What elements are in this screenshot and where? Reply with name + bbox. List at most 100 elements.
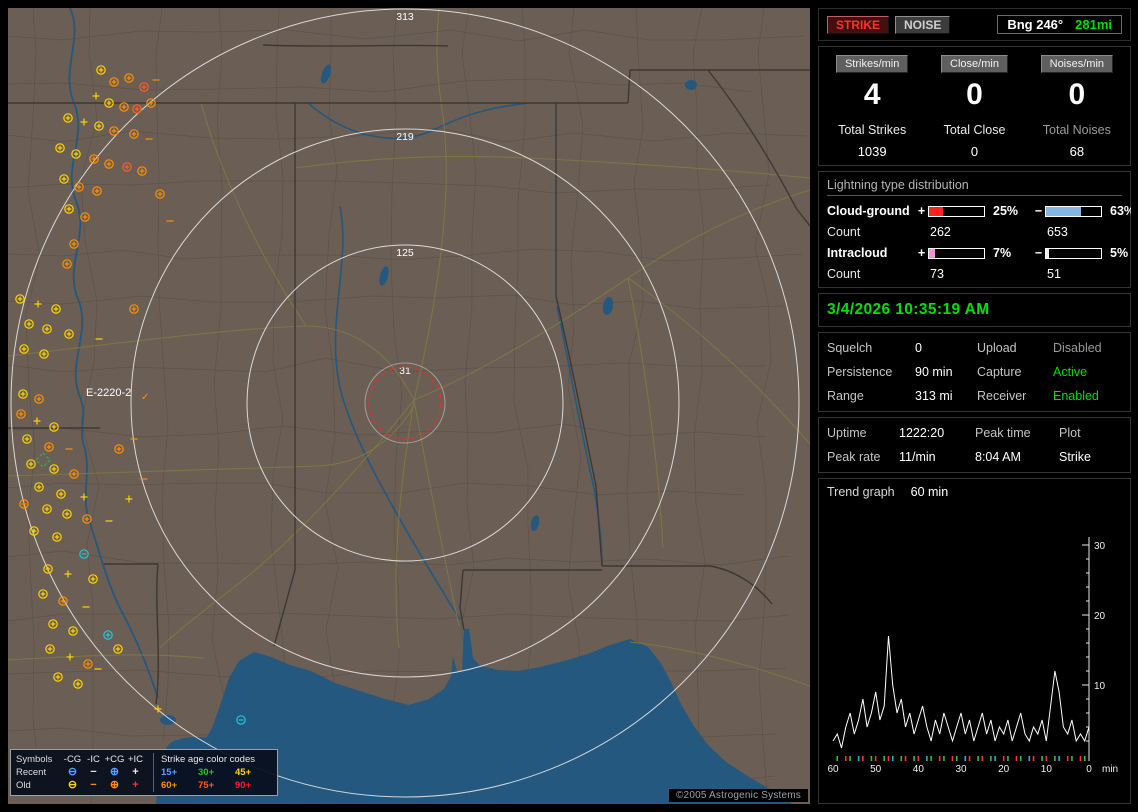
uptime-value: 1222:20 xyxy=(899,426,945,440)
capture-value: Active xyxy=(1053,365,1088,379)
intracloud-label: Intracloud xyxy=(827,246,888,260)
copyright: ©2005 Astrogenic Systems xyxy=(668,789,808,802)
svg-text:30: 30 xyxy=(1094,541,1106,552)
total-noises-label: Total Noises xyxy=(1042,123,1111,137)
old-pcg-icon: ⊕ xyxy=(109,779,120,791)
cloud-ground-label: Cloud-ground xyxy=(827,204,910,218)
legend-row-recent: Recent xyxy=(16,767,47,778)
receiver-value: Enabled xyxy=(1053,389,1099,403)
legend-col-pic: +IC xyxy=(127,754,144,765)
rate-stats: Strikes/min 4 Total Strikes 1039 Close/m… xyxy=(818,46,1131,166)
total-strikes-value: 1039 xyxy=(857,144,887,159)
ring-label: 125 xyxy=(396,247,414,259)
legend-symbols-title: Symbols xyxy=(16,754,53,765)
persistence-label: Persistence xyxy=(827,365,893,379)
legend-col-ncg: -CG xyxy=(63,754,82,765)
bearing-distance: 281mi xyxy=(1075,17,1112,32)
total-strikes-label: Total Strikes xyxy=(838,123,907,137)
noises-per-min-button[interactable]: Noises/min xyxy=(1040,55,1114,73)
trend-graph: 10 20 30 60 50 40 30 20 10 0 min xyxy=(827,503,1122,787)
trend-graph-label: Trend graph xyxy=(827,485,895,499)
ic-plus-count: 73 xyxy=(930,267,944,281)
distribution-title: Lightning type distribution xyxy=(827,178,1122,196)
age-15: 15+ xyxy=(161,767,178,778)
strikes-per-min-value: 4 xyxy=(863,78,881,111)
peak-rate-value: 11/min xyxy=(899,450,936,464)
cg-minus-pct: 63% xyxy=(1110,204,1131,218)
strikes-column: Strikes/min 4 Total Strikes 1039 xyxy=(821,55,923,159)
ic-minus-count: 51 xyxy=(1047,267,1061,281)
peak-rate-label: Peak rate xyxy=(827,450,881,464)
noise-button[interactable]: NOISE xyxy=(895,15,951,34)
upload-label: Upload xyxy=(977,341,1017,355)
recent-pic-icon: + xyxy=(132,766,139,778)
squelch-label: Squelch xyxy=(827,341,873,355)
close-per-min-button[interactable]: Close/min xyxy=(941,55,1008,73)
close-column: Close/min 0 Total Close 0 xyxy=(923,55,1025,159)
ring-label: 219 xyxy=(396,131,414,143)
peak-time-label: Peak time xyxy=(975,426,1031,440)
cg-plus-count: 262 xyxy=(930,225,951,239)
ic-plus-pct: 7% xyxy=(993,246,1012,260)
old-pic-icon: + xyxy=(132,779,139,791)
map-canvas: 31321912531 E-2220-2 ✓ xyxy=(8,8,810,804)
ring-label: 313 xyxy=(396,11,414,23)
legend-col-nic: -IC xyxy=(87,754,100,765)
close-per-min-value: 0 xyxy=(966,78,983,111)
ic-plus-bar xyxy=(928,247,985,259)
noises-column: Noises/min 0 Total Noises 68 xyxy=(1026,55,1128,159)
age-60: 60+ xyxy=(161,780,178,791)
ic-minus-pct: 5% xyxy=(1110,246,1129,260)
svg-text:10: 10 xyxy=(1094,681,1106,692)
range-value: 313 mi xyxy=(915,389,953,403)
cg-minus-bar xyxy=(1045,205,1102,217)
trend-section: Trend graph 60 min 10 20 30 60 50 40 30 20 10 0 mi… xyxy=(818,478,1131,804)
range-label: Range xyxy=(827,389,864,403)
minus-sign: − xyxy=(1034,204,1043,218)
upload-value: Disabled xyxy=(1053,341,1102,355)
legend-row-old: Old xyxy=(16,780,31,791)
plus-sign: + xyxy=(917,246,926,260)
bearing-label: Bng 246° xyxy=(1007,17,1064,32)
svg-text:30: 30 xyxy=(955,764,967,775)
old-nic-icon: − xyxy=(90,779,97,791)
datetime-display: 3/4/2026 10:35:19 AM xyxy=(818,293,1131,327)
svg-text:50: 50 xyxy=(870,764,882,775)
ic-count-label: Count xyxy=(827,267,861,281)
mode-controls: STRIKE NOISE Bng 246° 281mi xyxy=(818,8,1131,41)
squelch-value: 0 xyxy=(915,341,922,355)
uptime-label: Uptime xyxy=(827,426,867,440)
old-ncg-icon: ⊖ xyxy=(67,779,78,791)
plus-sign: + xyxy=(917,204,926,218)
recent-nic-icon: − xyxy=(90,766,97,778)
cg-minus-count: 653 xyxy=(1047,225,1068,239)
strikes-per-min-button[interactable]: Strikes/min xyxy=(835,55,909,73)
svg-text:60: 60 xyxy=(827,764,839,775)
cg-count-label: Count xyxy=(827,225,861,239)
svg-text:10: 10 xyxy=(1041,764,1053,775)
recent-ncg-icon: ⊖ xyxy=(67,766,78,778)
legend-age-title: Strike age color codes xyxy=(161,754,255,765)
svg-text:0: 0 xyxy=(1086,764,1092,775)
trend-line xyxy=(832,635,1090,749)
strike-button[interactable]: STRIKE xyxy=(827,15,890,34)
svg-text:20: 20 xyxy=(1094,611,1106,622)
plot-value: Strike xyxy=(1059,450,1091,464)
map-legend: Symbols -CG -IC +CG +IC Recent ⊖ − ⊕ + O… xyxy=(10,749,278,796)
peak-time-value: 8:04 AM xyxy=(975,450,1021,464)
bearing-display: Bng 246° 281mi xyxy=(997,15,1122,34)
age-90: 90+ xyxy=(235,780,252,791)
svg-text:40: 40 xyxy=(913,764,925,775)
plot-label: Plot xyxy=(1059,426,1081,440)
status-panel: STRIKE NOISE Bng 246° 281mi Strikes/min … xyxy=(818,8,1131,804)
age-45: 45+ xyxy=(235,767,252,778)
ic-minus-bar xyxy=(1045,247,1102,259)
station-marker-icon: ✓ xyxy=(141,392,149,403)
persistence-value: 90 min xyxy=(915,365,953,379)
legend-col-pcg: +CG xyxy=(104,754,125,765)
total-close-label: Total Close xyxy=(943,123,1006,137)
age-30: 30+ xyxy=(198,767,215,778)
age-75: 75+ xyxy=(198,780,215,791)
lightning-map[interactable]: 313 219 125 31 E-2220-2 ✓ Symbols -CG -IC +… xyxy=(8,8,810,804)
minus-sign: − xyxy=(1034,246,1043,260)
